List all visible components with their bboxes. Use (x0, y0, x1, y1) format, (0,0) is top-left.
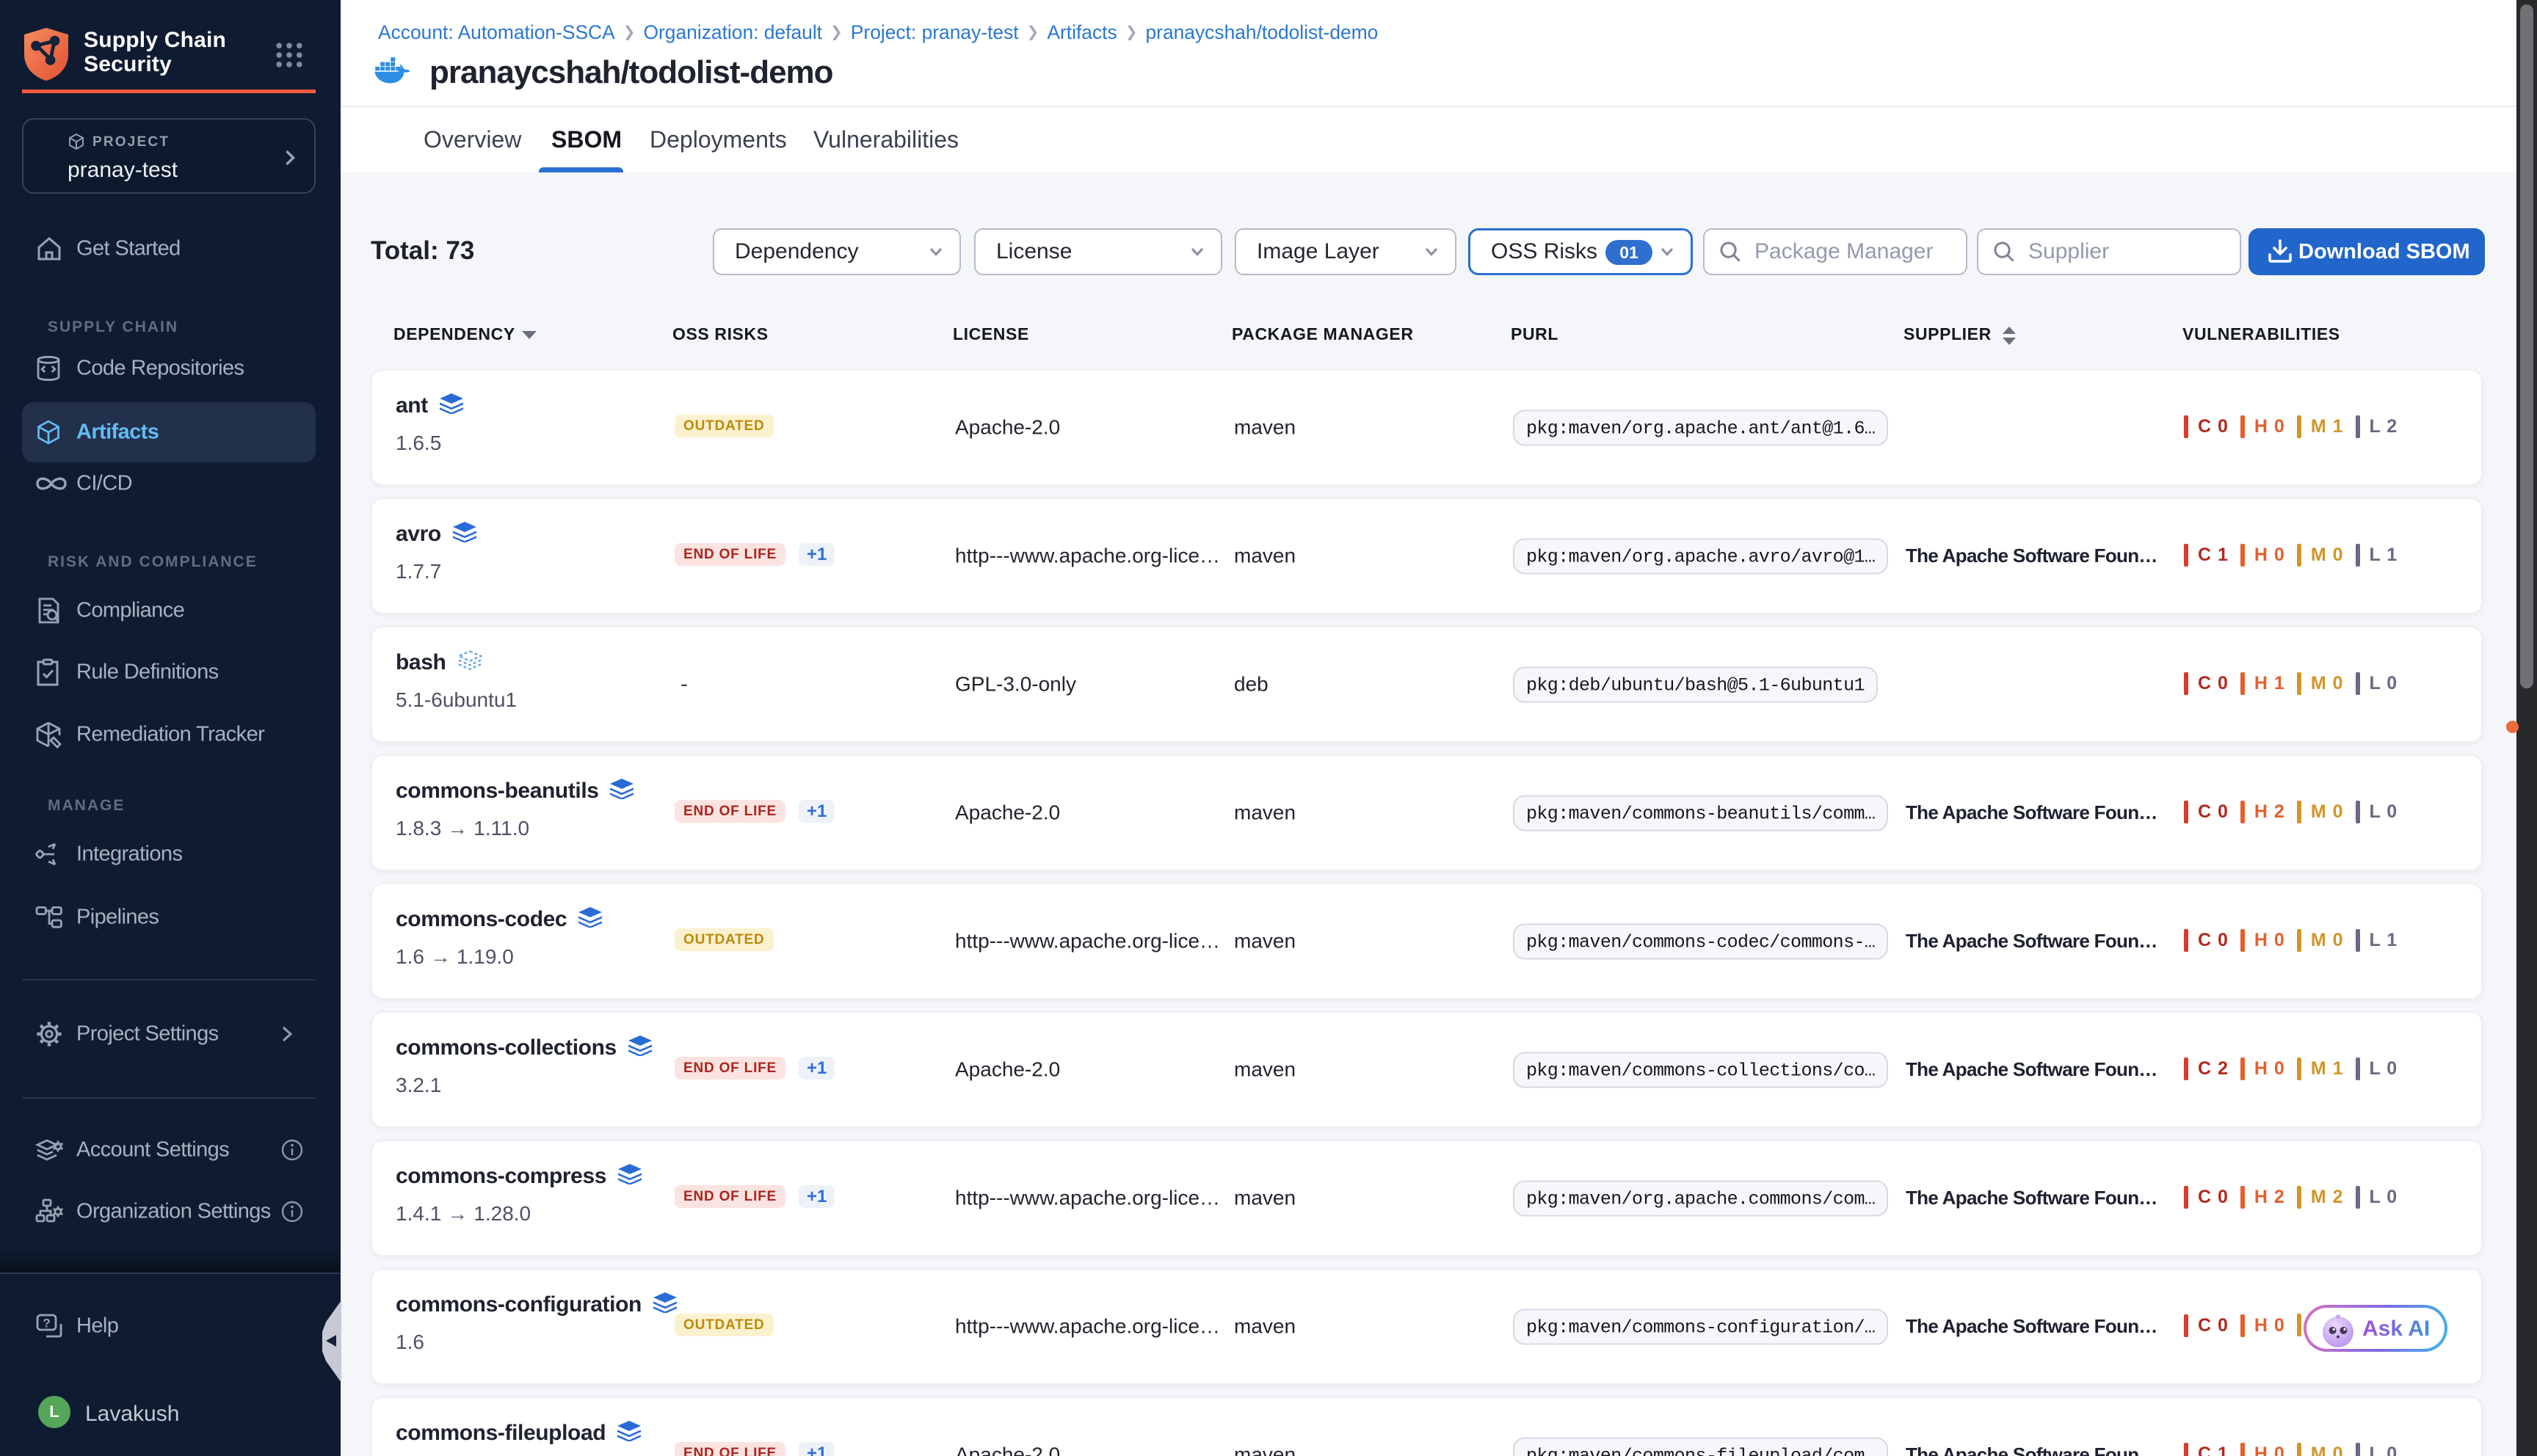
svg-text:?: ? (43, 1317, 50, 1331)
